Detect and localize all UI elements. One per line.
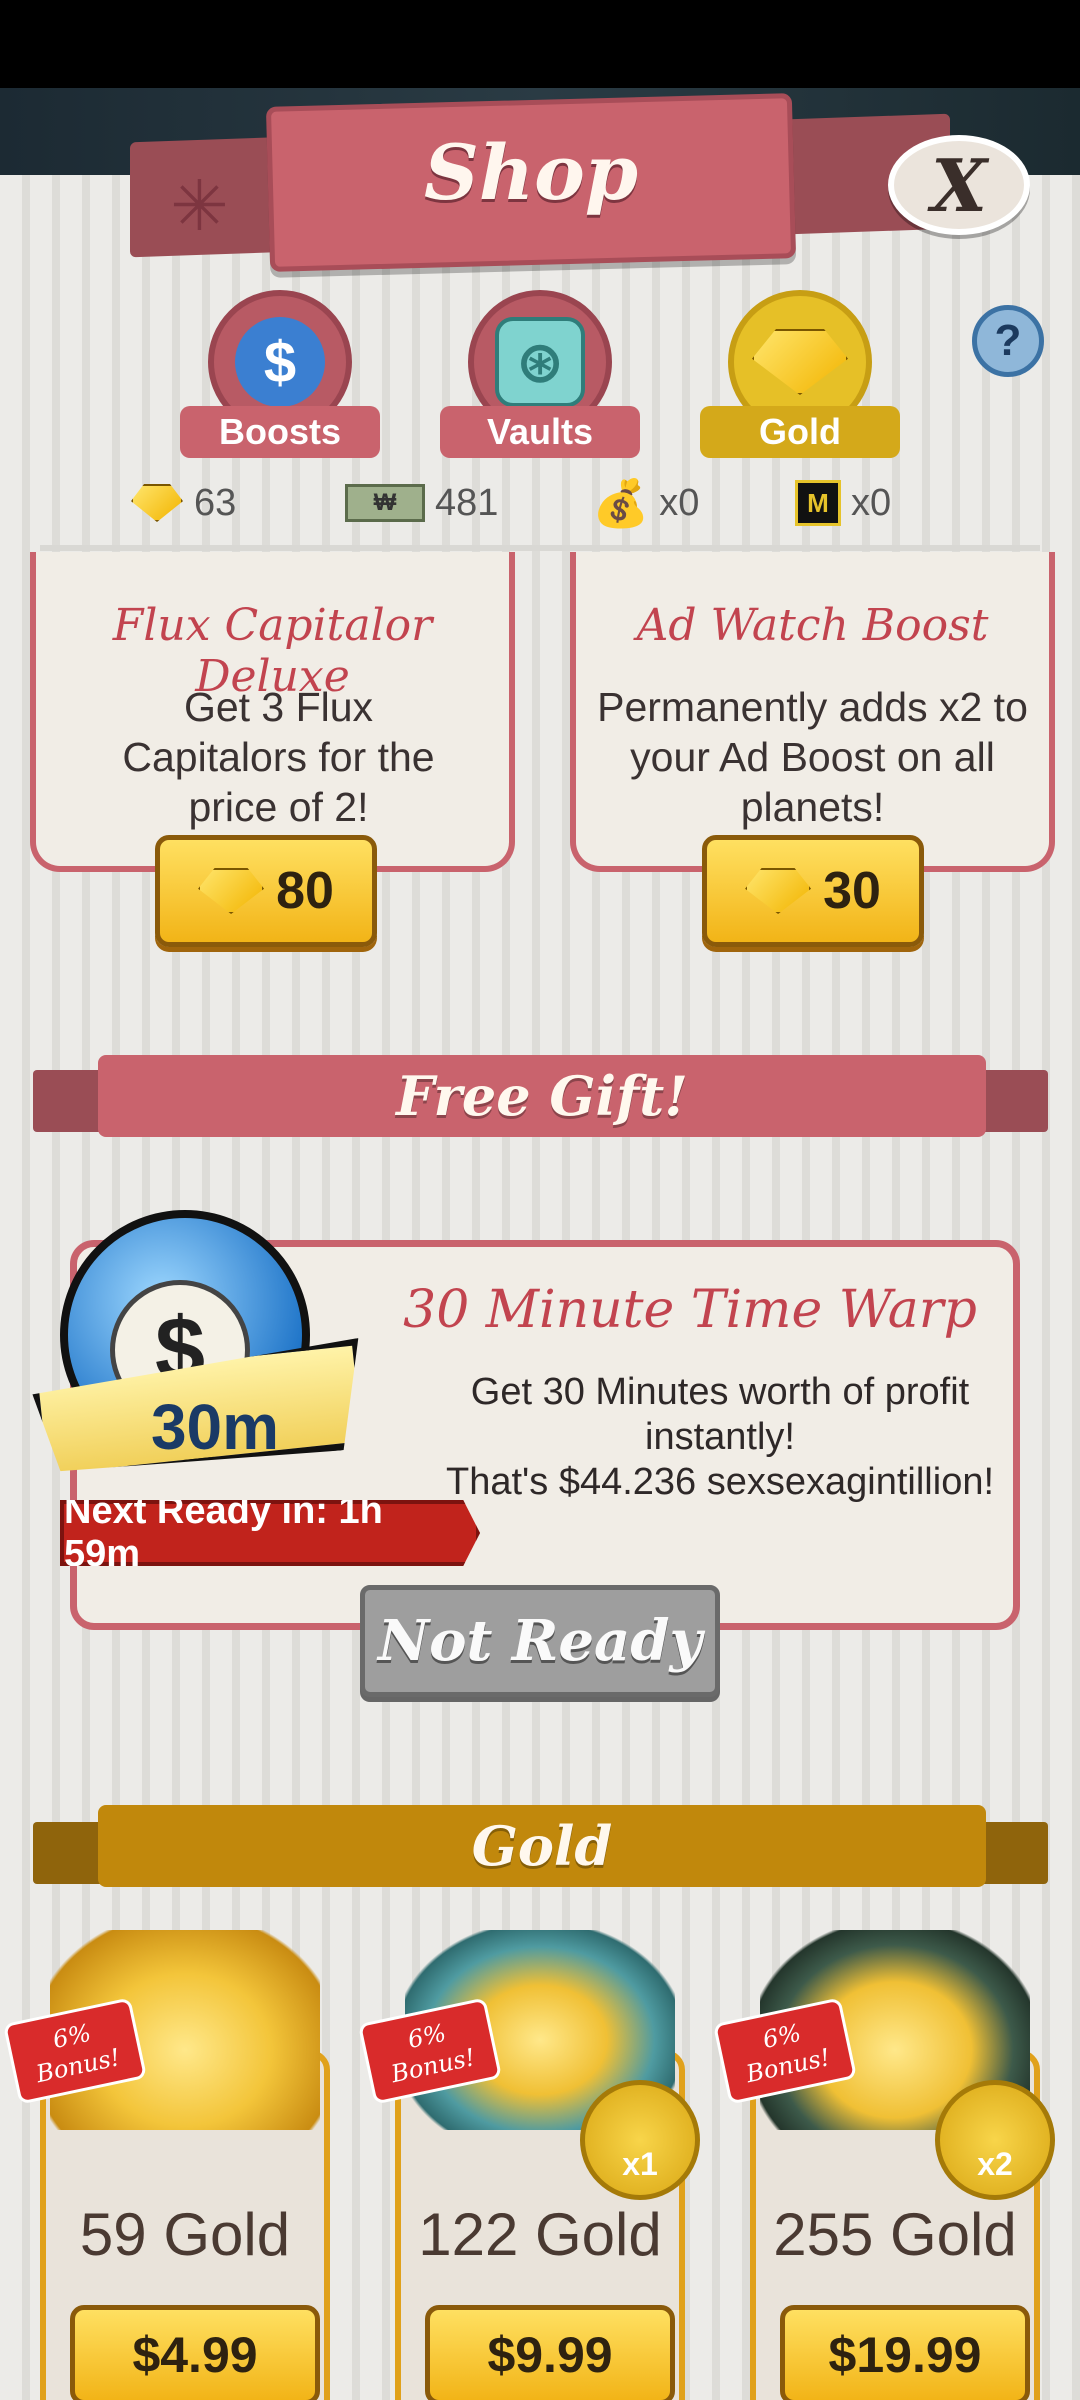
free-gift-banner: Free Gift!: [98, 1055, 986, 1137]
question-icon: ?: [994, 316, 1022, 365]
status-bar: [0, 0, 1080, 88]
tab-label: Boosts: [180, 406, 380, 458]
gold-pack-label: 122 Gold: [418, 2201, 662, 2268]
free-gift-title: 30 Minute Time Warp: [403, 1280, 977, 1340]
stopwatch-icon: $: [235, 317, 325, 407]
divider: [40, 545, 1040, 551]
tab-label: Gold: [700, 406, 900, 458]
tab-label: Vaults: [440, 406, 640, 458]
product-description: Get 3 Flux Capitalors for the price of 2…: [122, 684, 435, 830]
gold-gem-icon: [745, 868, 812, 914]
time-badge: 30m: [150, 1391, 280, 1463]
megabucks-count: 481: [435, 481, 499, 524]
product-title: Ad Watch Boost: [636, 600, 989, 651]
free-gift-description-line: Get 30 Minutes worth of profit instantly…: [470, 1371, 970, 1458]
next-ready-timer: Next Ready in: 1h 59m: [60, 1500, 480, 1566]
megabucks-balance: ₩ 481: [345, 475, 498, 531]
product-card-flux-capitalor: Flux Capitalor Deluxe Get 3 Flux Capital…: [30, 552, 515, 872]
tab-vaults[interactable]: ⊛ Vaults: [440, 290, 640, 460]
gold-count: 63: [194, 481, 237, 524]
tab-boosts[interactable]: $ Boosts: [180, 290, 380, 460]
boost-bag-balance: 💰 x0: [592, 475, 699, 531]
product-card-ad-watch-boost: Ad Watch Boost Permanently adds x2 to yo…: [570, 552, 1055, 872]
free-gift-description: Get 30 Minutes worth of profit instantly…: [420, 1370, 1020, 1505]
money-bag-icon: 💰: [592, 476, 650, 529]
tab-gold[interactable]: Gold: [700, 290, 900, 460]
sparkle-icon: ✳: [170, 167, 229, 245]
free-gift-profit-line: That's $44.236 sexsexagintillion!: [445, 1461, 995, 1503]
buy-flux-capitalor-button[interactable]: 80: [155, 835, 377, 947]
chip-icon: M: [795, 480, 841, 526]
gold-section-banner: Gold: [98, 1805, 986, 1887]
manager-multiplier-badge: x1: [580, 2080, 700, 2200]
help-button[interactable]: ?: [972, 305, 1044, 377]
page-title: Shop: [424, 128, 638, 217]
buy-ad-watch-boost-button[interactable]: 30: [702, 835, 924, 947]
price-label: 30: [823, 862, 881, 920]
megabucks-icon: ₩: [345, 484, 425, 522]
boost-bag-count: x0: [659, 481, 700, 524]
product-description: Permanently adds x2 to your Ad Boost on …: [597, 684, 1028, 830]
not-ready-button[interactable]: Not Ready: [360, 1585, 720, 1697]
gold-pack-label: 59 Gold: [79, 2201, 291, 2268]
gold-balance: 63: [130, 475, 236, 531]
vault-icon: ⊛: [495, 317, 585, 407]
gold-pack-large[interactable]: 6% Bonus! x2 255 Gold $19.99: [712, 1920, 1055, 2400]
buy-gold-button[interactable]: $9.99: [425, 2305, 675, 2400]
chip-count: x0: [851, 481, 892, 524]
close-icon: X: [931, 142, 987, 228]
gold-pack-medium[interactable]: 6% Bonus! x1 122 Gold $9.99: [357, 1920, 700, 2400]
chip-balance: M x0: [795, 475, 891, 531]
gold-pack-label: 255 Gold: [773, 2201, 1017, 2268]
gold-gem-icon: [752, 329, 848, 395]
buy-gold-button[interactable]: $19.99: [780, 2305, 1030, 2400]
price-label: 80: [276, 862, 334, 920]
manager-multiplier-badge: x2: [935, 2080, 1055, 2200]
buy-gold-button[interactable]: $4.99: [70, 2305, 320, 2400]
gold-pack-small[interactable]: 6% Bonus! 59 Gold $4.99: [2, 1920, 330, 2400]
gold-gem-icon: [198, 868, 265, 914]
close-button[interactable]: X: [888, 135, 1030, 235]
gold-gem-icon: [130, 482, 184, 524]
